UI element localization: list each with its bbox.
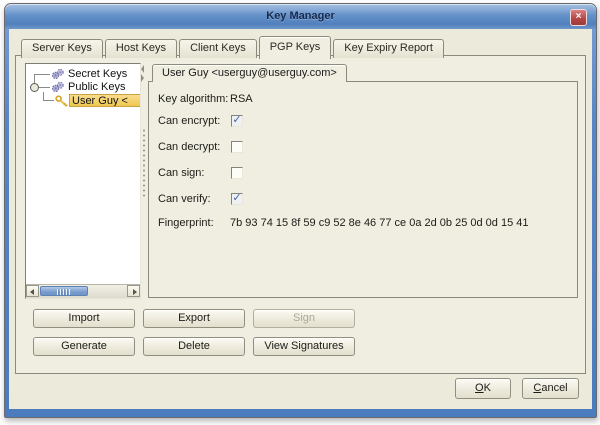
can-decrypt-checkbox[interactable] <box>231 141 243 153</box>
key-icon <box>55 95 69 107</box>
view-signatures-button[interactable]: View Signatures <box>253 337 355 356</box>
delete-button[interactable]: Delete <box>143 337 245 356</box>
collapse-left-icon[interactable] <box>141 65 144 73</box>
tree-line <box>34 74 50 75</box>
tab-client-keys[interactable]: Client Keys <box>179 39 257 58</box>
key-algorithm-label: Key algorithm: <box>158 92 228 106</box>
tree-line <box>38 87 50 88</box>
window-title: Key Manager <box>5 4 596 29</box>
can-decrypt-label: Can decrypt: <box>158 140 220 154</box>
pane-splitter[interactable] <box>141 63 147 297</box>
close-button[interactable]: × <box>570 9 587 26</box>
can-sign-checkbox[interactable] <box>231 167 243 179</box>
thumb-grip <box>57 289 70 295</box>
can-encrypt-checkbox[interactable]: ✓ <box>231 115 243 127</box>
titlebar[interactable]: Key Manager × <box>5 4 596 29</box>
scrollbar-thumb[interactable] <box>40 286 88 296</box>
ok-rest: K <box>484 382 491 394</box>
keys-group-icon <box>51 68 65 80</box>
right-arrow-icon <box>133 289 137 295</box>
tab-bar: Server Keys Host Keys Client Keys PGP Ke… <box>21 36 446 58</box>
fingerprint-value: 7b 93 74 15 8f 59 c9 52 8e 46 77 ce 0a 2… <box>230 216 528 230</box>
tree-expander-public-keys[interactable] <box>30 83 39 92</box>
key-tree[interactable]: Secret Keys Public Keys User Guy < <box>25 63 141 299</box>
tab-host-keys[interactable]: Host Keys <box>105 39 177 58</box>
tree-horizontal-scrollbar[interactable] <box>26 284 140 298</box>
export-button[interactable]: Export <box>143 309 245 328</box>
can-sign-label: Can sign: <box>158 166 204 180</box>
can-encrypt-label: Can encrypt: <box>158 114 220 128</box>
keys-group-icon <box>51 81 65 93</box>
tab-key-expiry-report[interactable]: Key Expiry Report <box>333 39 444 58</box>
tab-server-keys[interactable]: Server Keys <box>21 39 103 58</box>
tree-item-secret-keys[interactable]: Secret Keys <box>68 68 127 81</box>
sign-button[interactable]: Sign <box>253 309 355 328</box>
fingerprint-label: Fingerprint: <box>158 216 214 230</box>
can-verify-checkbox[interactable]: ✓ <box>231 193 243 205</box>
cancel-button[interactable]: Cancel <box>522 378 579 399</box>
key-algorithm-value: RSA <box>230 92 253 106</box>
scroll-right-button[interactable] <box>127 285 140 297</box>
ok-mnemonic: O <box>475 382 484 394</box>
close-icon: × <box>576 11 582 22</box>
ok-button[interactable]: OK <box>455 378 511 399</box>
left-arrow-icon <box>30 289 34 295</box>
generate-button[interactable]: Generate <box>33 337 135 356</box>
check-icon: ✓ <box>232 114 241 126</box>
key-tree-viewport: Secret Keys Public Keys User Guy < <box>26 64 140 285</box>
tree-item-user-guy[interactable]: User Guy < <box>69 94 140 107</box>
can-verify-label: Can verify: <box>158 192 211 206</box>
key-detail-tab[interactable]: User Guy <userguy@userguy.com> <box>152 64 347 82</box>
tab-pgp-keys[interactable]: PGP Keys <box>259 36 332 59</box>
scroll-left-button[interactable] <box>26 285 39 297</box>
splitter-grip <box>142 128 146 198</box>
tree-line <box>43 100 54 101</box>
tree-item-public-keys[interactable]: Public Keys <box>68 81 125 94</box>
import-button[interactable]: Import <box>33 309 135 328</box>
screen: Key Manager × Server Keys Host Keys Clie… <box>0 0 600 425</box>
collapse-right-icon[interactable] <box>141 74 144 82</box>
check-icon: ✓ <box>232 192 241 204</box>
cancel-rest: ancel <box>541 382 567 394</box>
